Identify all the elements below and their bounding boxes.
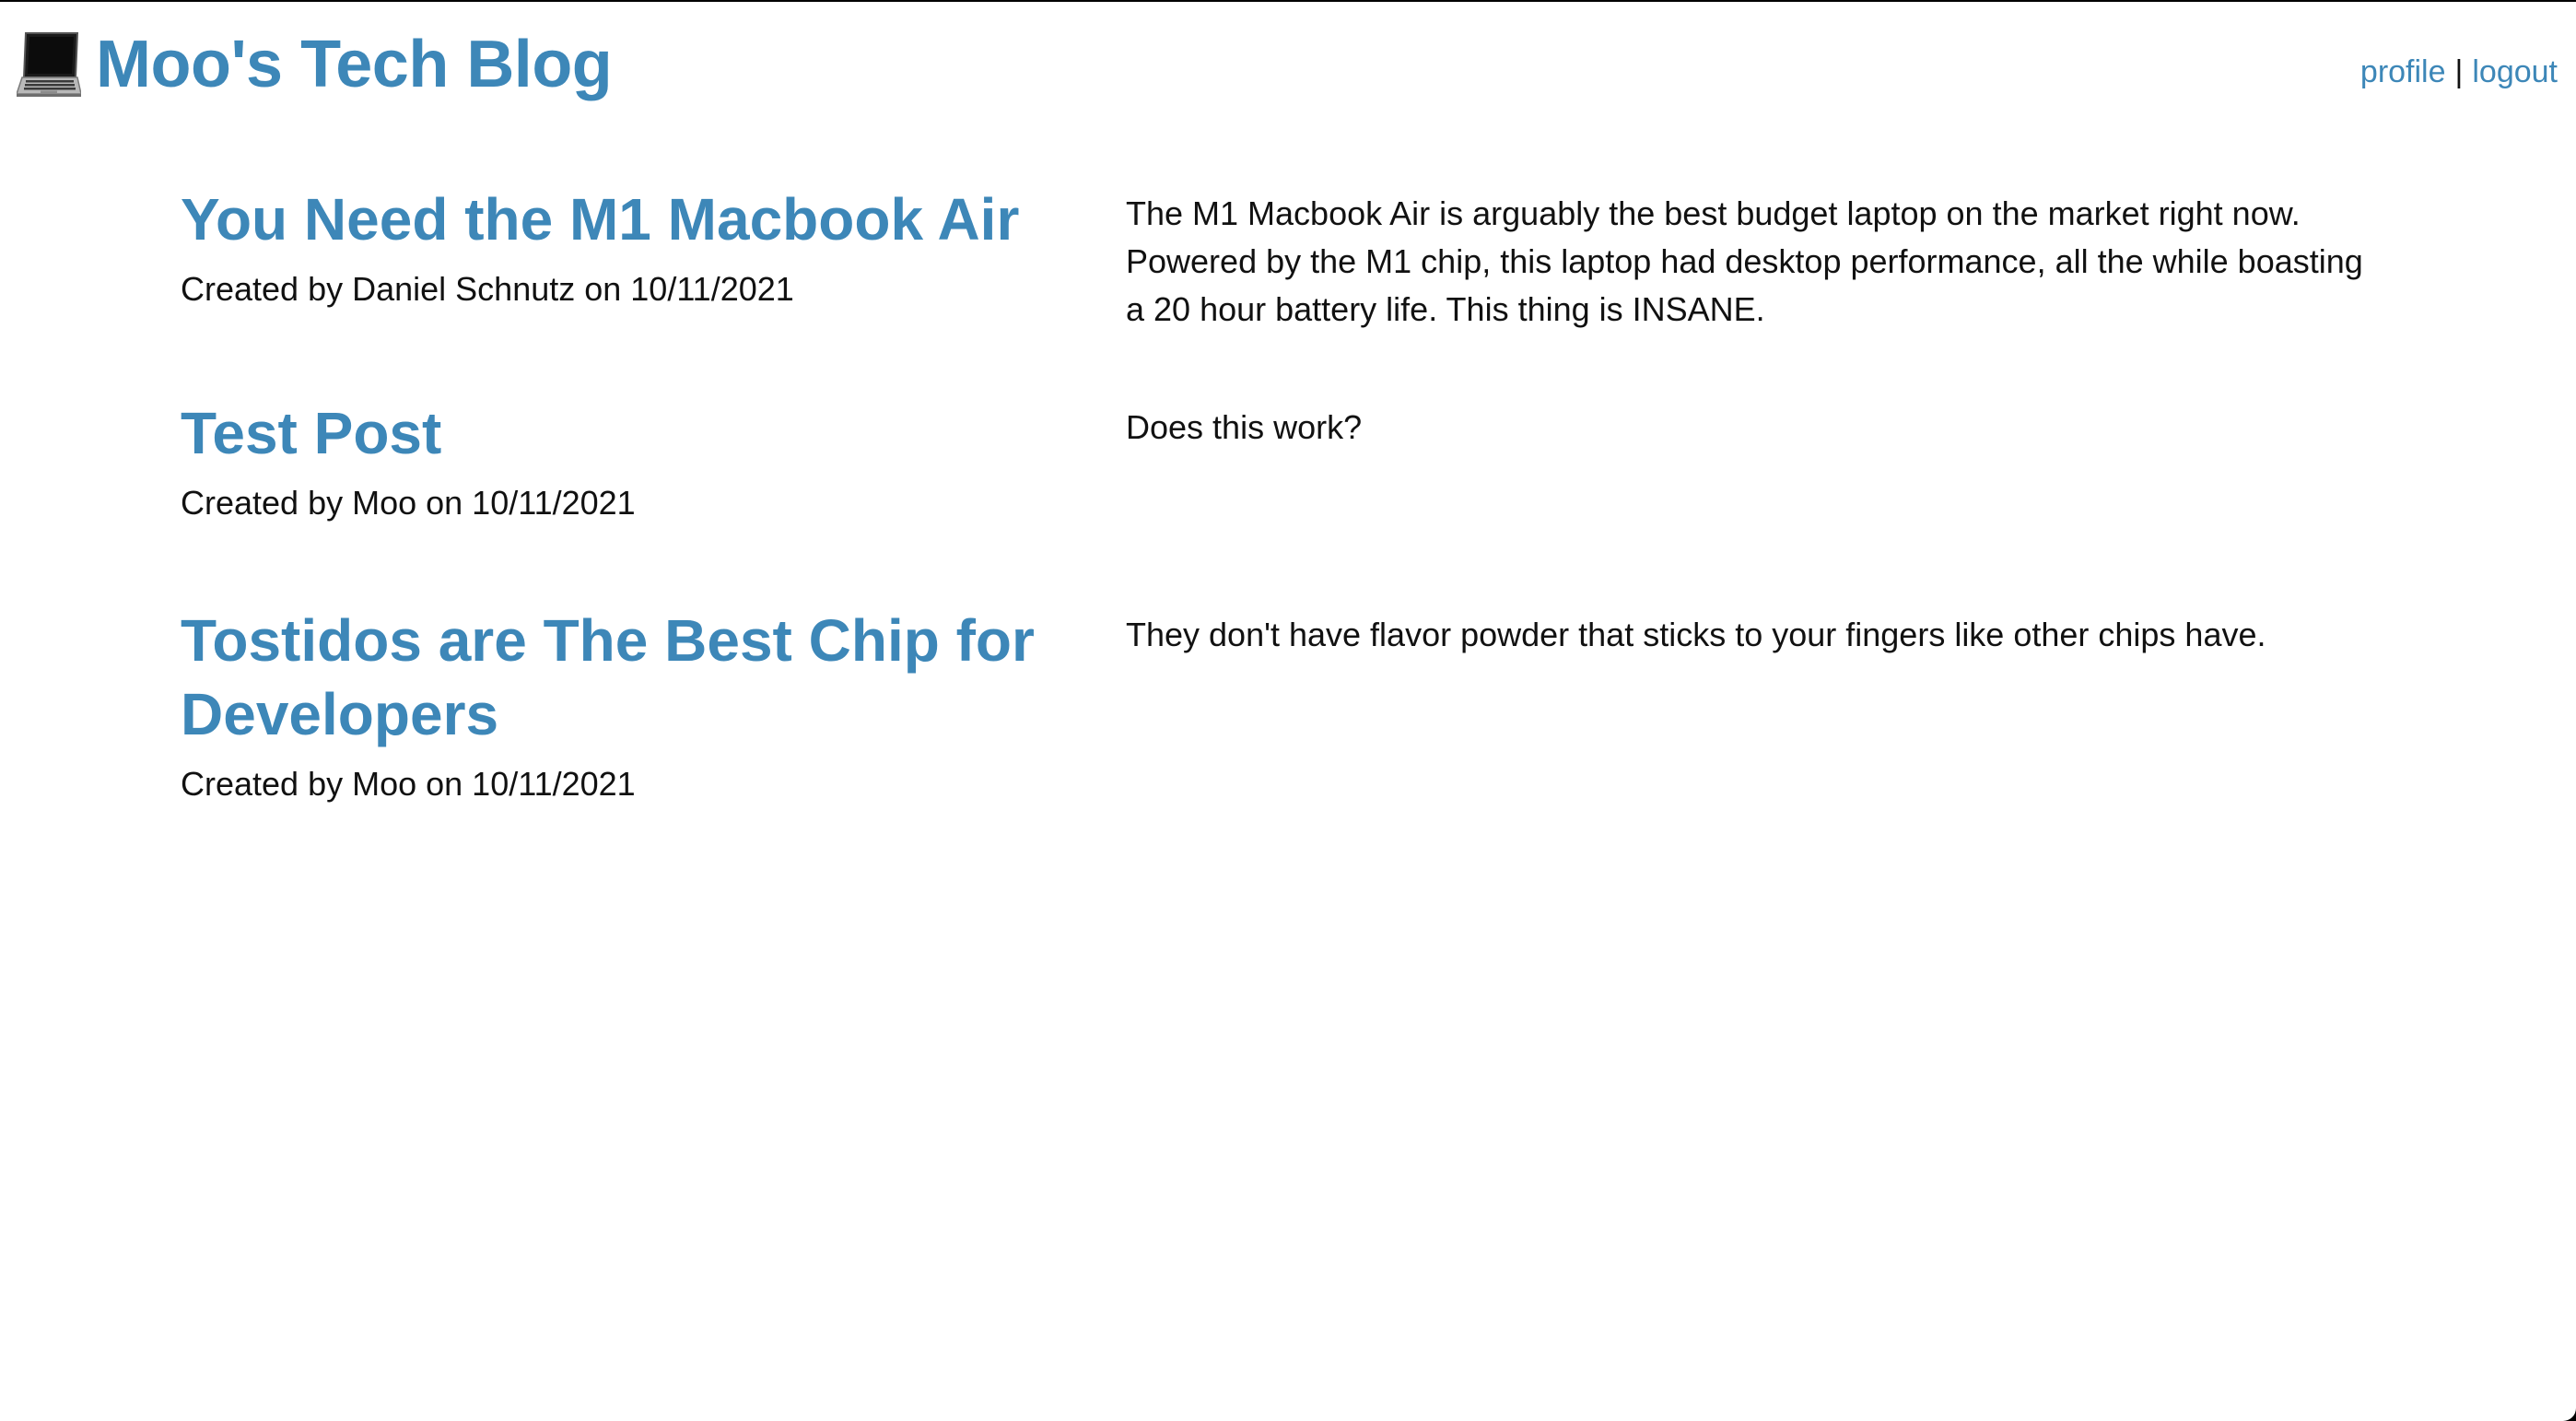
profile-link[interactable]: profile xyxy=(2360,54,2446,89)
post-meta: Created by Moo on 10/11/2021 xyxy=(181,765,636,803)
post-body: Does this work? xyxy=(1126,408,1363,446)
post-item: You Need the M1 Macbook Air Created by D… xyxy=(181,182,2392,396)
site-header: Moo's Tech Blog profile | logout xyxy=(0,2,2576,131)
post-title-link[interactable]: Test Post xyxy=(181,396,1126,470)
post-title-link[interactable]: You Need the M1 Macbook Air xyxy=(181,182,1126,256)
post-header: You Need the M1 Macbook Air Created by D… xyxy=(181,182,1126,313)
post-title-link[interactable]: Tostidos are The Best Chip for Developer… xyxy=(181,604,1126,751)
post-item: Tostidos are The Best Chip for Developer… xyxy=(181,604,2392,808)
laptop-icon xyxy=(17,32,81,97)
site-title[interactable]: Moo's Tech Blog xyxy=(96,20,613,109)
page: Moo's Tech Blog profile | logout You Need … xyxy=(0,2,2576,1421)
user-nav: profile | logout xyxy=(2360,50,2558,94)
post-header: Test Post Created by Moo on 10/11/2021 xyxy=(181,396,1126,527)
post-item: Test Post Created by Moo on 10/11/2021 D… xyxy=(181,396,2392,604)
post-list: You Need the M1 Macbook Air Created by D… xyxy=(181,182,2392,808)
post-header: Tostidos are The Best Chip for Developer… xyxy=(181,604,1126,808)
brand-home-link[interactable]: Moo's Tech Blog xyxy=(17,20,613,109)
post-meta: Created by Moo on 10/11/2021 xyxy=(181,484,636,522)
post-body: The M1 Macbook Air is arguably the best … xyxy=(1126,194,2363,328)
logout-link[interactable]: logout xyxy=(2472,54,2558,89)
post-meta: Created by Daniel Schnutz on 10/11/2021 xyxy=(181,270,794,308)
post-body: They don't have flavor powder that stick… xyxy=(1126,616,2266,653)
nav-separator: | xyxy=(2454,54,2464,89)
